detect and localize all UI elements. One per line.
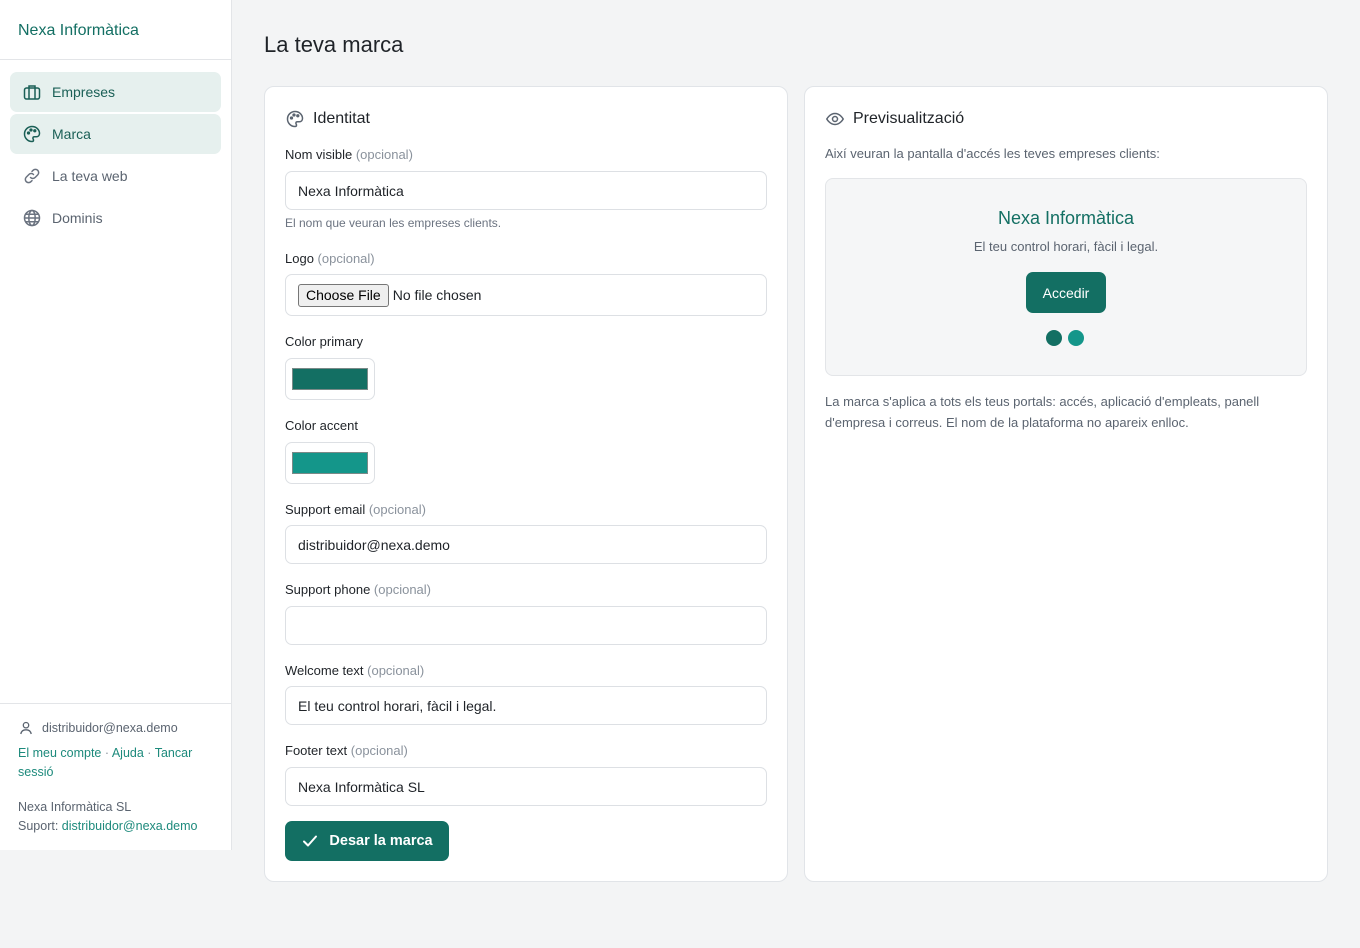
save-button-label: Desar la marca <box>329 833 433 849</box>
sidebar-item-label: La teva web <box>52 168 128 184</box>
label-text: Logo <box>285 251 314 266</box>
link-icon <box>22 166 42 186</box>
input-value: distribuidor@nexa.demo <box>298 536 450 553</box>
eye-icon <box>825 112 845 126</box>
label-text: Footer text <box>285 743 348 758</box>
building-icon <box>22 82 42 102</box>
support-email-label: Support email (opcional) <box>285 502 426 517</box>
preview-welcome-text: El teu control horari, fàcil i legal. <box>973 239 1159 254</box>
preview-note: La marca s'aplica a tots els teus portal… <box>825 394 1260 430</box>
logo-label: Logo (opcional) <box>285 251 375 266</box>
input-value: El teu control horari, fàcil i legal. <box>298 697 497 714</box>
visible-name-label: Nom visible (opcional) <box>285 147 413 162</box>
link-separator: · <box>104 746 110 760</box>
support-email-input[interactable]: distribuidor@nexa.demo <box>285 525 767 564</box>
label-text: Support email <box>285 502 366 517</box>
preview-intro: Així veuran la pantalla d'accés les teve… <box>825 146 1160 161</box>
optional-tag: (opcional) <box>367 663 425 678</box>
preview-heading: Previsualització <box>825 109 964 129</box>
user-email: distribuidor@nexa.demo <box>42 721 178 735</box>
optional-tag: (opcional) <box>350 743 408 758</box>
page-title: La teva marca <box>264 32 404 57</box>
login-preview: Nexa Informàtica El teu control horari, … <box>825 178 1307 376</box>
accent-color-label: Color accent <box>285 418 358 433</box>
sidebar-brand[interactable]: Nexa Informàtica <box>0 0 231 60</box>
accent-color-swatch <box>292 452 368 474</box>
label-text: Support phone <box>285 582 371 597</box>
sidebar-item-label: Marca <box>52 126 91 142</box>
support-line: Suport: distribuidor@nexa.demo <box>18 817 213 836</box>
preview-title: Previsualització <box>853 110 965 127</box>
sidebar-item-label: Empreses <box>52 84 116 100</box>
link-separator: · <box>147 746 152 760</box>
primary-color-swatch <box>292 368 368 390</box>
label-text: Welcome text <box>285 663 364 678</box>
account-link[interactable]: El meu compte <box>18 746 101 760</box>
sidebar-item-la-teva-web[interactable]: La teva web <box>10 156 221 196</box>
choose-file-button[interactable]: Choose File <box>298 283 389 307</box>
optional-tag: (opcional) <box>317 251 375 266</box>
label-text: Nom visible <box>285 147 353 162</box>
palette-icon <box>286 110 304 128</box>
identity-heading: Identitat <box>285 109 370 129</box>
primary-color-label: Color primary <box>285 334 364 349</box>
identity-title: Identitat <box>313 110 370 127</box>
palette-icon <box>22 124 42 144</box>
primary-color-picker[interactable] <box>285 358 375 400</box>
sidebar-nav: Empreses Marca La teva web Dominis <box>0 60 231 252</box>
primary-color-dot <box>1046 330 1062 346</box>
input-value: Nexa Informàtica <box>298 182 404 199</box>
visible-name-input[interactable]: Nexa Informàtica <box>285 171 767 210</box>
check-icon <box>303 835 318 847</box>
optional-tag: (opcional) <box>373 582 432 597</box>
footer-text-label: Footer text (opcional) <box>285 743 408 758</box>
welcome-text-label: Welcome text (opcional) <box>285 663 424 678</box>
preview-access-button: Accedir <box>1026 272 1106 313</box>
input-value: Nexa Informàtica SL <box>298 778 425 795</box>
company-name: Nexa Informàtica SL <box>18 800 132 814</box>
sidebar-item-label: Dominis <box>52 210 103 226</box>
sidebar-item-marca[interactable]: Marca <box>10 114 221 154</box>
save-brand-button[interactable]: Desar la marca <box>285 821 449 861</box>
footer-text-input[interactable]: Nexa Informàtica SL <box>285 767 767 806</box>
user-icon <box>20 721 32 735</box>
sidebar-item-dominis[interactable]: Dominis <box>10 198 221 238</box>
welcome-text-input[interactable]: El teu control horari, fàcil i legal. <box>285 686 767 725</box>
support-email-link[interactable]: distribuidor@nexa.demo <box>62 819 198 833</box>
accent-color-dot <box>1068 330 1084 346</box>
help-link[interactable]: Ajuda <box>112 746 144 760</box>
preview-card: Previsualització Així veuran la pantalla… <box>804 86 1328 882</box>
preview-brand-name: Nexa Informàtica <box>997 208 1135 228</box>
support-label: Suport: <box>18 819 59 833</box>
optional-tag: (opcional) <box>368 502 426 517</box>
globe-icon <box>22 208 42 228</box>
support-phone-input[interactable] <box>285 606 767 645</box>
accent-color-picker[interactable] <box>285 442 375 484</box>
support-phone-label: Support phone (opcional) <box>285 582 431 597</box>
sidebar-footer: distribuidor@nexa.demo El meu compte · A… <box>0 703 231 852</box>
file-status: No file chosen <box>392 287 482 303</box>
logo-file-input: Choose File No file chosen <box>285 274 767 316</box>
visible-name-hint: El nom que veuran les empreses clients. <box>285 216 502 230</box>
user-info: distribuidor@nexa.demo <box>18 720 213 736</box>
footer-links: El meu compte · Ajuda · Tancar sessió <box>18 744 213 782</box>
sidebar: Nexa Informàtica Empreses Marca La teva … <box>0 0 232 850</box>
identity-card: Identitat Nom visible (opcional) Nexa In… <box>264 86 788 882</box>
optional-tag: (opcional) <box>355 147 413 162</box>
sidebar-item-empreses[interactable]: Empreses <box>10 72 221 112</box>
